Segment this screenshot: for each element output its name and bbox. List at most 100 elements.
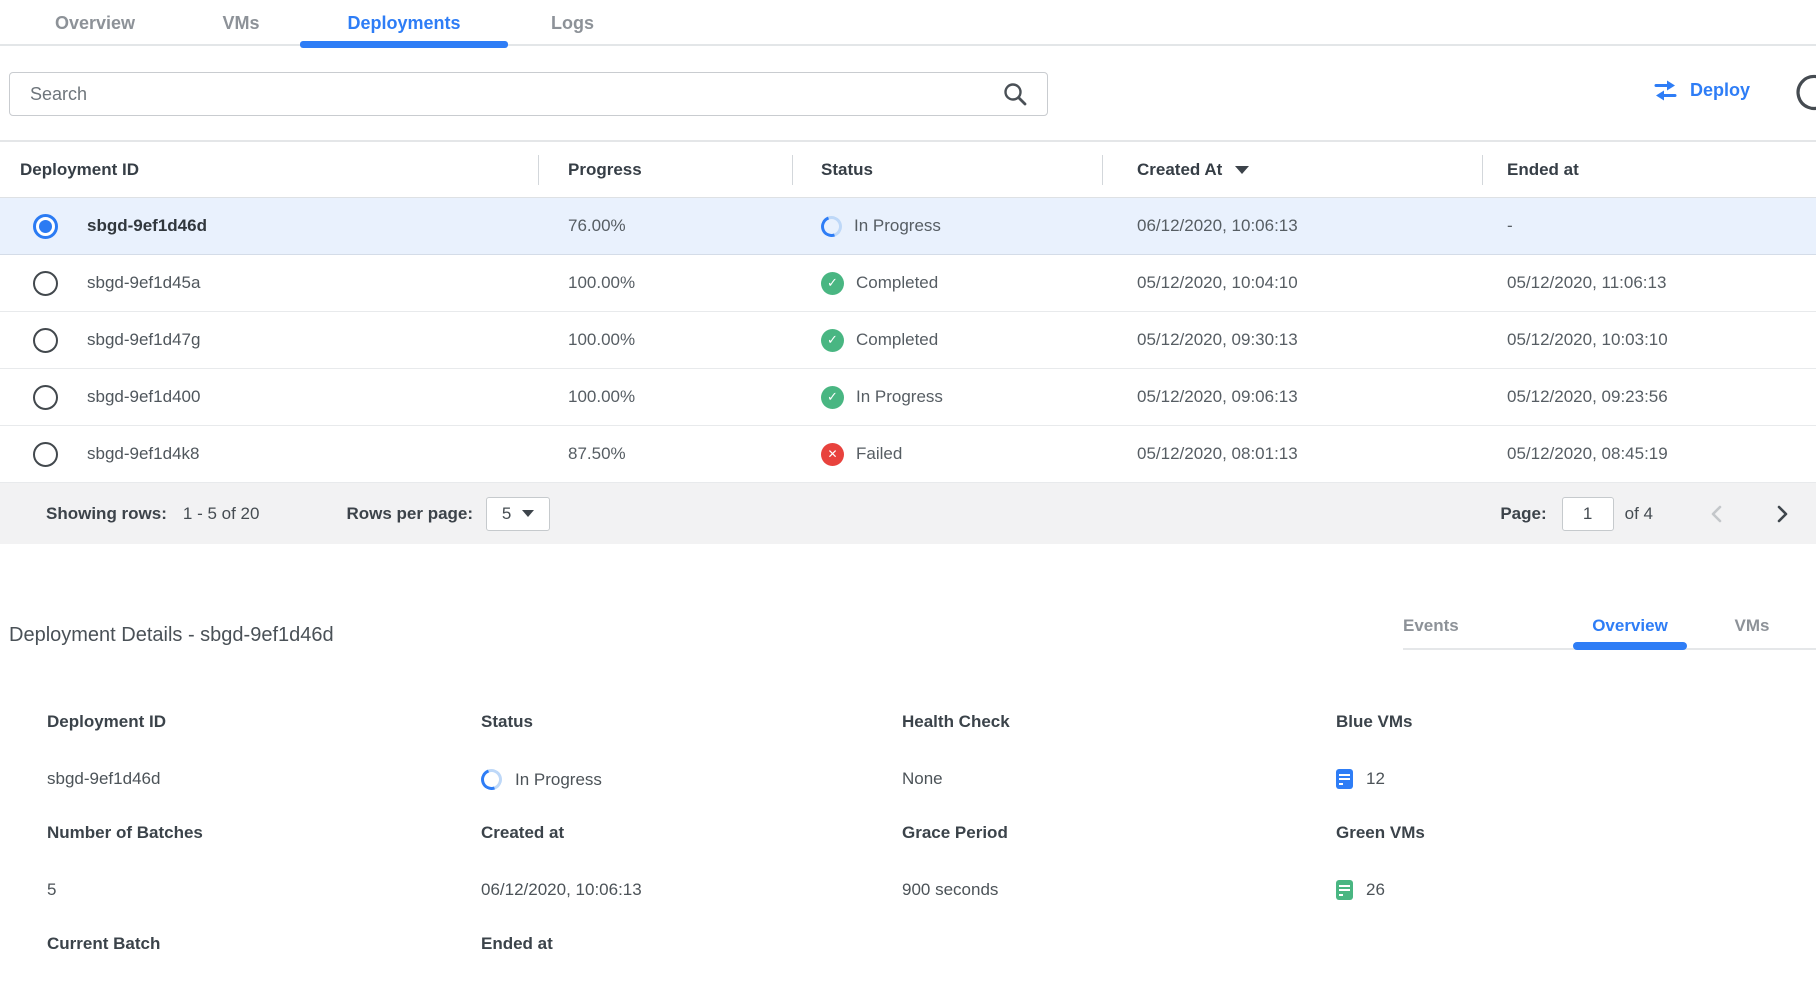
prev-page-icon[interactable] [1709,504,1725,524]
detail-field-value: None [902,769,943,789]
details-tab[interactable]: Overview [1573,602,1687,650]
progress-value: 76.00% [568,216,626,236]
search-icon[interactable] [1002,81,1028,112]
detail-field: Number of Batches 5 [47,823,481,934]
created-at-cell: 05/12/2020, 09:30:13 [1102,312,1482,368]
table-body: sbgd-9ef1d46d 76.00% In Progress 06/12/2… [0,198,1816,483]
details-tab[interactable]: VMs [1687,602,1816,650]
row-radio-button[interactable] [33,271,58,296]
swap-arrows-icon [1652,80,1679,101]
progress-cell: 87.50% [538,426,792,482]
deploy-button[interactable]: Deploy [1652,80,1750,101]
sort-desc-icon [1235,166,1249,174]
detail-field: Blue VMs 12 [1336,712,1806,823]
detail-field-value: 26 [1366,880,1385,900]
progress-value: 100.00% [568,273,635,293]
row-radio-button[interactable] [33,328,58,353]
ended-at-cell: 05/12/2020, 08:45:19 [1482,426,1816,482]
status-icon [821,386,844,409]
detail-field-icon [1336,880,1353,900]
deployment-id-cell: sbgd-9ef1d46d [0,198,538,254]
top-tab[interactable]: Logs [505,0,640,46]
status-label: In Progress [854,216,941,236]
detail-field-label: Blue VMs [1336,712,1806,732]
top-tab[interactable]: Overview [25,0,165,46]
detail-field-label: Current Batch [47,934,481,954]
status-icon [821,329,844,352]
row-radio-button[interactable] [33,214,58,239]
deployment-id: sbgd-9ef1d400 [87,387,200,407]
ended-at-value: 05/12/2020, 09:23:56 [1507,387,1668,407]
status-icon [821,443,844,466]
detail-field-label: Green VMs [1336,823,1806,843]
details-tab-label: VMs [1735,616,1770,636]
detail-field: Current Batch 5 [47,934,481,992]
created-at-value: 05/12/2020, 09:06:13 [1137,387,1298,407]
created-at-cell: 05/12/2020, 08:01:13 [1102,426,1482,482]
created-at-cell: 05/12/2020, 10:04:10 [1102,255,1482,311]
details-fields: Deployment ID sbgd-9ef1d46d Status In Pr… [47,712,1806,992]
status-cell: In Progress [792,198,1102,254]
deployment-id-cell: sbgd-9ef1d400 [0,369,538,425]
next-page-icon[interactable] [1774,504,1790,524]
top-tab-bar: Overview VMs Deployments Logs [0,0,1816,46]
status-cell: Completed [792,255,1102,311]
deploy-button-label: Deploy [1690,80,1750,101]
progress-cell: 76.00% [538,198,792,254]
table-row[interactable]: sbgd-9ef1d4k8 87.50% Failed 05/12/2020, … [0,426,1816,483]
showing-rows-label: Showing rows: [46,504,167,524]
detail-field: Created at 06/12/2020, 10:06:13 [481,823,902,934]
detail-field-label: Created at [481,823,902,843]
column-header-deployment-id[interactable]: Deployment ID [0,142,538,197]
deployment-id: sbgd-9ef1d45a [87,273,200,293]
detail-field-label: Health Check [902,712,1336,732]
row-radio-button[interactable] [33,385,58,410]
top-tab[interactable]: VMs [196,0,286,46]
detail-field-label: Status [481,712,902,732]
detail-field-value: 06/12/2020, 10:06:13 [481,880,642,900]
table-header: Deployment ID Progress Status Created At… [0,142,1816,198]
rows-per-page-label: Rows per page: [346,504,473,524]
refresh-icon[interactable] [1794,74,1816,119]
ended-at-value: - [1507,216,1513,236]
top-tab-label: Logs [551,13,594,34]
search-input[interactable] [9,72,1048,116]
deployment-id: sbgd-9ef1d47g [87,330,200,350]
details-tab-label: Events [1403,616,1459,636]
deployment-id: sbgd-9ef1d4k8 [87,444,199,464]
created-at-cell: 06/12/2020, 10:06:13 [1102,198,1482,254]
detail-field: Status In Progress [481,712,902,823]
ended-at-cell: 05/12/2020, 10:03:10 [1482,312,1816,368]
progress-cell: 100.00% [538,312,792,368]
page-input[interactable]: 1 [1562,497,1614,531]
column-header-status[interactable]: Status [792,142,1102,197]
progress-value: 87.50% [568,444,626,464]
ended-at-cell: - [1482,198,1816,254]
detail-field-value: 5 [47,880,56,900]
rows-per-page-select[interactable]: 5 [486,497,550,531]
column-header-progress[interactable]: Progress [538,142,792,197]
ended-at-value: 05/12/2020, 08:45:19 [1507,444,1668,464]
deployment-id-cell: sbgd-9ef1d47g [0,312,538,368]
column-header-ended-at[interactable]: Ended at [1482,142,1816,197]
detail-field-value: sbgd-9ef1d46d [47,769,160,789]
table-row[interactable]: sbgd-9ef1d400 100.00% In Progress 05/12/… [0,369,1816,426]
details-tab-label: Overview [1592,616,1668,636]
progress-value: 100.00% [568,330,635,350]
status-cell: Failed [792,426,1102,482]
column-header-created-at[interactable]: Created At [1102,142,1482,197]
chevron-down-icon [522,510,534,517]
details-tab[interactable]: Events [1403,602,1459,650]
detail-field-icon [478,766,506,794]
table-row[interactable]: sbgd-9ef1d47g 100.00% Completed 05/12/20… [0,312,1816,369]
detail-field: Grace Period 900 seconds [902,823,1336,934]
table-row[interactable]: sbgd-9ef1d46d 76.00% In Progress 06/12/2… [0,198,1816,255]
table-footer: Showing rows: 1 - 5 of 20 Rows per page:… [0,483,1816,544]
progress-cell: 100.00% [538,255,792,311]
top-tab[interactable]: Deployments [300,0,508,46]
status-label: Completed [856,330,938,350]
table-row[interactable]: sbgd-9ef1d45a 100.00% Completed 05/12/20… [0,255,1816,312]
row-radio-button[interactable] [33,442,58,467]
ended-at-value: 05/12/2020, 11:06:13 [1507,273,1666,293]
top-tab-label: Deployments [347,13,460,34]
